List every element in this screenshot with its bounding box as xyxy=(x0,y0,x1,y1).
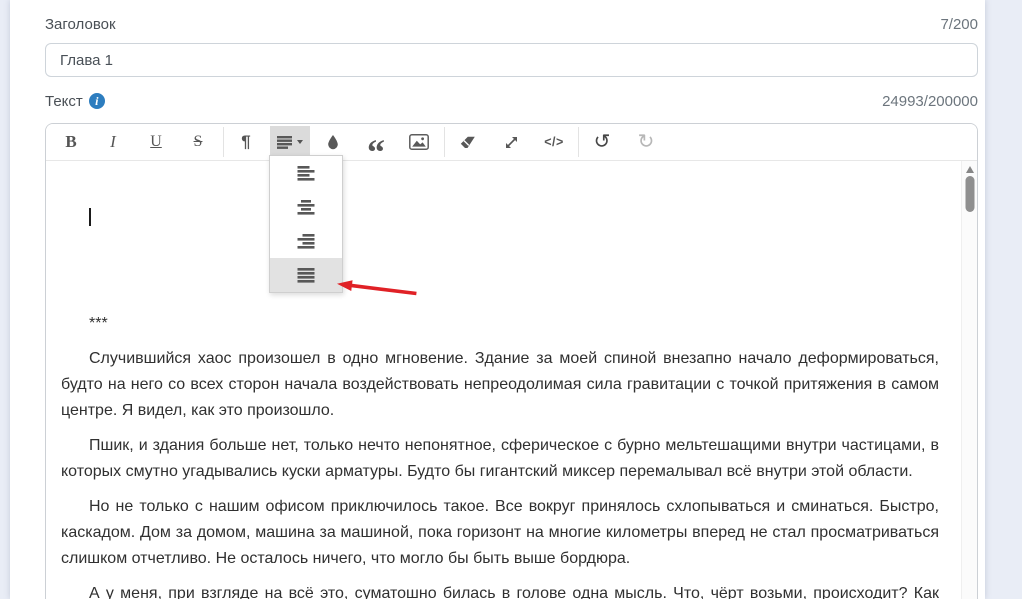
paragraph: Случившийся хаос произошел в одно мгнове… xyxy=(61,350,939,419)
strikethrough-icon: S xyxy=(193,133,203,150)
title-char-counter: 7/200 xyxy=(940,15,978,33)
text-label: Текст xyxy=(45,92,83,110)
clear-format-button[interactable] xyxy=(448,126,488,158)
fullscreen-button[interactable] xyxy=(491,126,531,158)
align-bars-icon xyxy=(277,135,292,149)
quote-icon: “ xyxy=(367,132,385,172)
empty-line xyxy=(61,241,939,267)
font-color-button[interactable] xyxy=(313,126,353,158)
paragraph: *** xyxy=(89,315,108,332)
underline-icon: U xyxy=(150,133,162,150)
align-left-icon xyxy=(297,166,315,181)
editor-toolbar: B I U S ¶ “ </> ↺ ↻ xyxy=(46,124,977,172)
text-char-counter: 24993/200000 xyxy=(882,92,978,110)
undo-button[interactable]: ↺ xyxy=(582,126,622,158)
text-row: Текст i 24993/200000 xyxy=(45,91,978,111)
dropdown-item-align-right[interactable] xyxy=(270,224,342,258)
info-circle-icon[interactable]: i xyxy=(88,93,105,109)
code-icon: </> xyxy=(544,135,564,149)
dropdown-item-align-justify[interactable] xyxy=(270,258,342,292)
paragraph: А у меня, при взгляде на всё это, сумато… xyxy=(89,585,939,599)
page: { "colors": { "page_bg": "#e9edf6", "acc… xyxy=(0,0,1022,599)
align-justify-icon xyxy=(297,268,315,283)
rich-text-editor: B I U S ¶ “ </> ↺ ↻ *** Случившийся хаос… xyxy=(45,123,978,599)
undo-icon: ↺ xyxy=(593,131,611,153)
editor-card: Заголовок 7/200 Текст i 24993/200000 B I… xyxy=(10,0,985,599)
align-dropdown-button[interactable] xyxy=(270,126,310,158)
droplet-icon xyxy=(328,135,338,150)
strikethrough-button[interactable]: S xyxy=(178,126,218,158)
insert-image-button[interactable] xyxy=(399,126,439,158)
align-right-icon xyxy=(297,234,315,249)
italic-icon: I xyxy=(110,132,116,151)
redo-icon: ↻ xyxy=(637,131,655,153)
toolbar-separator xyxy=(223,127,224,157)
dropdown-item-align-left[interactable] xyxy=(270,156,342,190)
redo-button[interactable]: ↻ xyxy=(626,126,666,158)
toolbar-separator xyxy=(578,127,579,157)
scrollbar-up-arrow-icon[interactable] xyxy=(965,166,974,173)
underline-button[interactable]: U xyxy=(136,126,176,158)
toolbar-separator xyxy=(444,127,445,157)
eraser-icon xyxy=(460,136,475,148)
paragraph: Но не только с нашим офисом приключилось… xyxy=(61,498,939,567)
empty-line xyxy=(61,276,939,302)
italic-button[interactable]: I xyxy=(93,126,133,158)
empty-line xyxy=(61,171,939,197)
paragraph-button[interactable]: ¶ xyxy=(226,126,266,158)
code-view-button[interactable]: </> xyxy=(534,126,574,158)
editor-scrollbar[interactable] xyxy=(961,161,977,599)
cursor-line xyxy=(61,206,939,232)
chapter-title-input[interactable] xyxy=(45,43,978,77)
blockquote-button[interactable]: “ xyxy=(356,126,396,172)
editor-text-area[interactable]: *** Случившийся хаос произошел в одно мг… xyxy=(46,161,977,599)
paragraph-icon: ¶ xyxy=(241,132,251,151)
image-icon xyxy=(409,134,429,150)
chevron-down-icon xyxy=(297,140,303,144)
bold-icon: B xyxy=(65,132,77,151)
text-cursor xyxy=(89,208,91,226)
align-dropdown-menu xyxy=(269,155,343,293)
align-center-icon xyxy=(297,200,315,215)
scrollbar-thumb[interactable] xyxy=(965,176,974,212)
dropdown-item-align-center[interactable] xyxy=(270,190,342,224)
bold-button[interactable]: B xyxy=(51,126,91,158)
title-label: Заголовок xyxy=(45,15,116,33)
paragraph: Пшик, и здания больше нет, только нечто … xyxy=(61,437,939,480)
title-row: Заголовок 7/200 xyxy=(45,14,978,34)
expand-arrows-icon xyxy=(505,136,517,148)
